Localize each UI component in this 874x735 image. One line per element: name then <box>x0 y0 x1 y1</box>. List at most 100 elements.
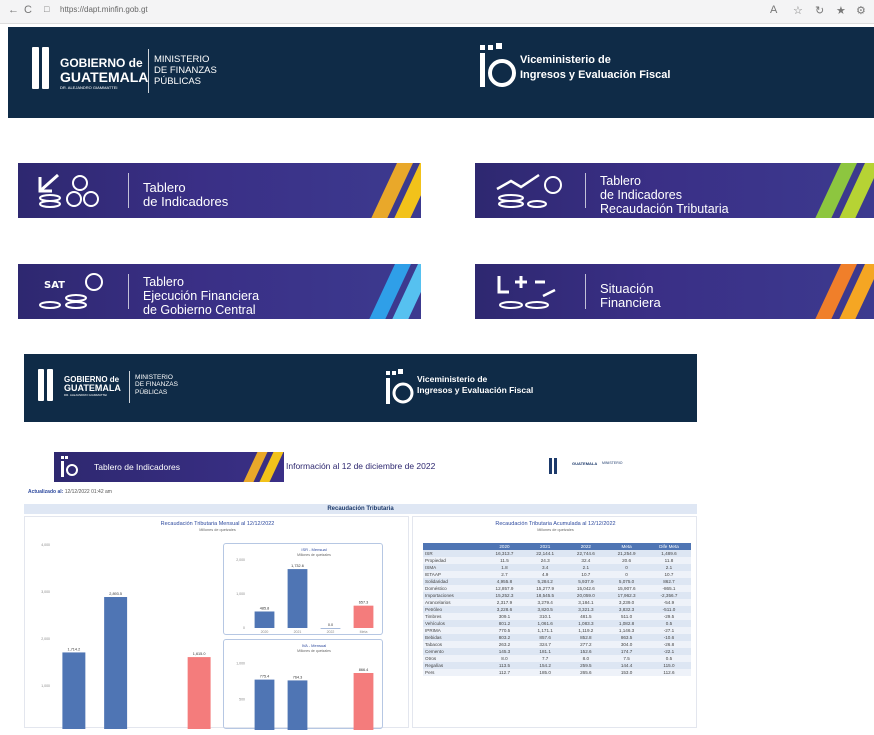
table-cell: 17,962.3 <box>606 592 647 599</box>
bar <box>353 605 374 628</box>
table-cell: 7.5 <box>606 655 647 662</box>
table-header <box>423 543 485 550</box>
y-tick-label: 3,000 <box>41 590 50 594</box>
table-cell: 324.7 <box>524 641 566 648</box>
table-cell: 259.5 <box>565 662 607 669</box>
viceministerio-logo-icon <box>386 369 414 404</box>
banner-situacion-financiera[interactable]: Situación Financiera <box>475 264 874 319</box>
table-cell: 15,277.9 <box>524 585 566 592</box>
table-cell: 112.7 <box>484 669 525 676</box>
x-tick-label: 2020 <box>261 630 269 634</box>
table-cell: -2,356.7 <box>646 592 691 599</box>
banner-recaudacion-tributaria[interactable]: Tablero de Indicadores Recaudación Tributa… <box>475 163 874 218</box>
bar <box>254 611 275 628</box>
viceministerio-logo-icon <box>480 43 516 87</box>
chart-subtitle: Millones de quetzales <box>297 553 331 557</box>
viceministerio-text: Viceministerio de Ingresos y Evaluación … <box>520 54 671 81</box>
table-cell: Doméstico <box>423 585 485 592</box>
table-cell: 309.1 <box>484 613 525 620</box>
table-cell: Vehículos <box>423 620 485 627</box>
table-cell: 181.1 <box>524 648 566 655</box>
table-header: 2021 <box>524 543 566 550</box>
table-cell: 3,820.5 <box>524 606 566 613</box>
data-label: 866.4 <box>359 668 369 672</box>
table-cell: 174.7 <box>606 648 647 655</box>
ministerio-text: MINISTERIO DE FINANZAS PÚBLICAS <box>135 374 178 396</box>
gobierno-mini-logo-icon <box>549 458 571 474</box>
dashboard-title: Tablero de Indicadores <box>94 462 181 472</box>
table-cell: -29.5 <box>646 613 691 620</box>
table-cell: 113.5 <box>484 662 525 669</box>
banner-tablero-indicadores[interactable]: Tablero de Indicadores <box>18 163 421 218</box>
bar <box>353 672 374 735</box>
table-cell: 277.2 <box>565 641 607 648</box>
coins-growth-icon <box>496 173 562 208</box>
read-aloud-icon[interactable]: A <box>770 4 777 16</box>
table-header: 2020 <box>484 543 525 550</box>
y-tick-label: 500 <box>239 698 245 702</box>
table-row: Petróleo 3,228.6 3,820.5 3,321.3 3,832.3 -511… <box>423 606 691 613</box>
table-cell: 152.6 <box>565 648 607 655</box>
sat-coins-icon: SAT <box>39 273 103 309</box>
dashboard-title-banner: Tablero de Indicadores <box>54 452 284 482</box>
reload-icon[interactable]: C <box>24 4 32 16</box>
table-cell: Bebidas <box>423 634 485 641</box>
y-tick-label: 1,000 <box>236 592 245 596</box>
table-cell: 2.1 <box>565 564 607 571</box>
favorites-icon[interactable]: ★ <box>836 4 846 17</box>
table-cell: 5,284.2 <box>524 578 566 585</box>
monthly-title: Recaudación Tributaria Mensual al 12/12/… <box>160 521 275 527</box>
table-cell: 5,937.9 <box>565 578 607 585</box>
table-cell: 16,313.7 <box>484 550 525 557</box>
table-cell: Timbres <box>423 613 485 620</box>
back-icon[interactable]: ← <box>8 4 19 16</box>
table-cell: 185.0 <box>524 669 566 676</box>
table-cell: Propiedad <box>423 557 485 564</box>
y-tick-label: 1,000 <box>41 684 50 688</box>
table-row: Timbres 309.1 310.1 481.5 511.0 -29.5 <box>423 613 691 620</box>
table-cell: Solidaridad <box>423 578 485 585</box>
browser-toolbar: ← C □ https://dapt.minfin.gob.gt A ☆ ↻ ★… <box>0 0 874 24</box>
refresh-icon[interactable]: ↻ <box>815 4 824 17</box>
banner-ejecucion-financiera[interactable]: SAT Tablero Ejecución Financiera de Gobier… <box>18 264 421 319</box>
table-row: IETAAP 2.7 4.9 10.7 0 10.7 <box>423 571 691 578</box>
ministerio-mini-text: MINISTERIO <box>602 461 623 465</box>
table-cell: 115.0 <box>646 662 691 669</box>
table-cell: 1,082.8 <box>606 620 647 627</box>
data-label: 0.0 <box>328 623 333 627</box>
y-tick-label: 2,000 <box>236 558 245 562</box>
chart-subtitle: Millones de quetzales <box>297 649 331 653</box>
x-tick-label: 2022 <box>327 630 335 634</box>
address-bar[interactable]: https://dapt.minfin.gob.gt <box>60 5 148 14</box>
table-cell: IPRIMA <box>423 627 485 634</box>
table-cell: 24.3 <box>524 557 566 564</box>
table-cell: Importaciones <box>423 592 485 599</box>
star-icon[interactable]: ☆ <box>793 4 803 17</box>
table-header: Dife Meta <box>646 543 691 550</box>
gobierno-text: GOBIERNO de GUATEMALA DR. ALEJANDRO GIAM… <box>60 56 149 91</box>
table-cell: 2.1 <box>646 564 691 571</box>
table-cell: 852.8 <box>565 634 607 641</box>
bar <box>104 597 128 729</box>
extensions-icon[interactable]: ⚙ <box>856 4 866 17</box>
table-cell: 3,321.3 <box>565 606 607 613</box>
table-cell: 770.5 <box>484 627 525 634</box>
dashboard-preview: Tablero de Indicadores Información al 12… <box>24 450 697 735</box>
table-cell: ISR <box>423 550 485 557</box>
y-tick-label: 2,000 <box>41 637 50 641</box>
table-row: Propiedad 11.5 24.3 32.4 20.6 11.8 <box>423 557 691 564</box>
accumulated-subtitle: Millones de quetzales <box>537 528 574 532</box>
table-cell: IETAAP <box>423 571 485 578</box>
table-cell: 154.2 <box>524 662 566 669</box>
iva-chart-box: IVA - Mensual Millones de quetzales 500 1,0… <box>223 639 383 735</box>
monthly-subtitle: Millones de quetzales <box>199 528 236 532</box>
table-cell: 862.7 <box>646 578 691 585</box>
table-cell: 20.6 <box>606 557 647 564</box>
table-cell: 2,317.9 <box>484 599 525 606</box>
table-cell: 10.7 <box>565 571 607 578</box>
table-cell: 153.0 <box>606 669 647 676</box>
table-cell: Tabacos <box>423 641 485 648</box>
plus-minus-coins-icon <box>497 276 556 309</box>
table-cell: 22,744.6 <box>565 550 607 557</box>
table-cell: -22.1 <box>646 648 691 655</box>
